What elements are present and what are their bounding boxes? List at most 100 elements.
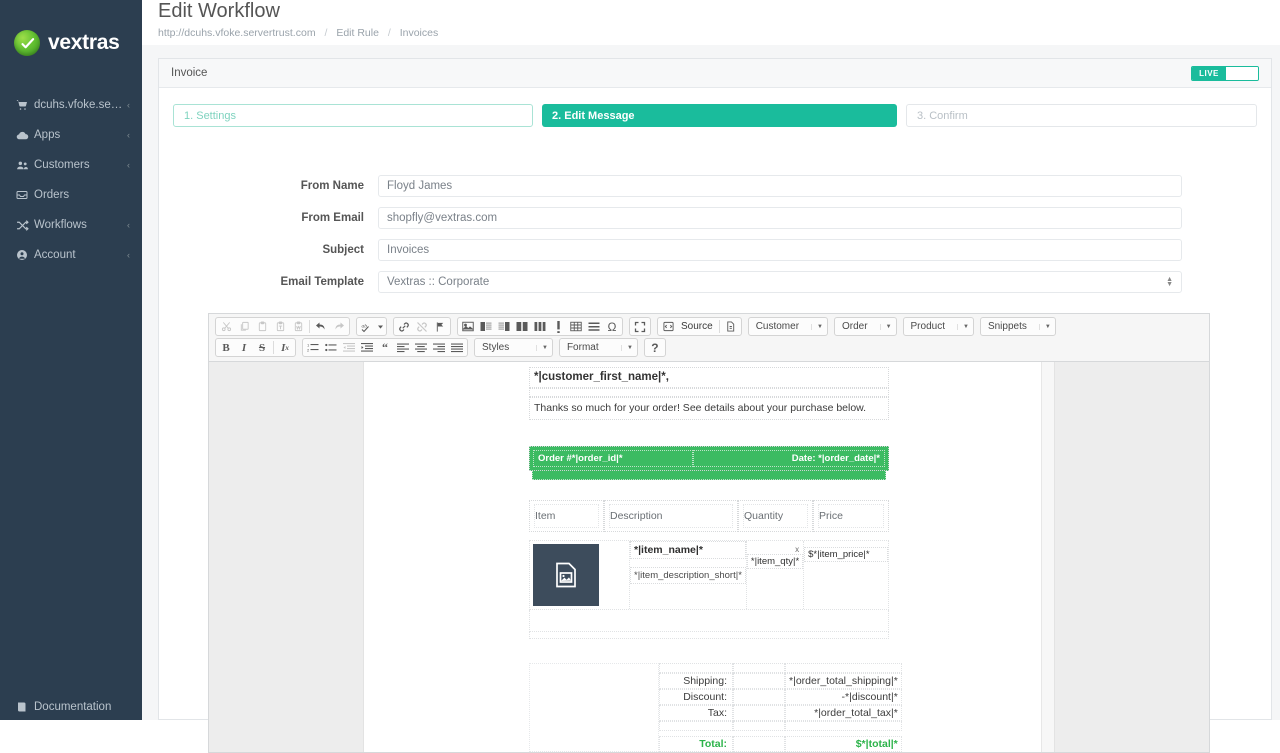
align-right-icon[interactable]	[431, 340, 447, 356]
step-confirm[interactable]: 3. Confirm	[906, 104, 1257, 127]
sidebar-item-apps[interactable]: Apps ‹	[0, 120, 142, 150]
order-merge-dropdown[interactable]: Order ▼	[834, 317, 897, 336]
email-page-scrollbar[interactable]	[1041, 362, 1054, 752]
italic-icon[interactable]: I	[236, 340, 252, 356]
step-settings[interactable]: 1. Settings	[173, 104, 533, 127]
column-header-price: Price	[813, 500, 889, 532]
inbox-icon	[16, 189, 34, 201]
column-header-quantity: Quantity	[738, 500, 813, 532]
sidebar-item-customers[interactable]: Customers ‹	[0, 150, 142, 180]
indent-icon[interactable]	[359, 340, 375, 356]
snippets-dropdown[interactable]: Snippets ▼	[979, 317, 1056, 336]
totals-row-discount: Discount: -*|discount|*	[659, 689, 902, 705]
toolbar-row-2: B I S Ix 12 “ Styles ▼ Format ▼ ?	[215, 338, 1205, 357]
bulleted-list-icon[interactable]	[323, 340, 339, 356]
styles-dropdown-label: Styles	[482, 342, 510, 353]
sidebar-item-account[interactable]: Account ‹	[0, 240, 142, 270]
live-toggle-knob	[1226, 66, 1258, 80]
greeting-text[interactable]: *|customer_first_name|*,	[529, 367, 889, 388]
email-page[interactable]: *|customer_first_name|*, Thanks so much …	[363, 362, 1055, 752]
breadcrumb-separator: /	[387, 27, 391, 39]
align-center-icon[interactable]	[413, 340, 429, 356]
toolbar-divider	[273, 341, 274, 354]
paste-text-icon[interactable]	[272, 319, 288, 335]
paragraph-group: 12 “	[302, 338, 468, 357]
strikethrough-icon[interactable]: S	[254, 340, 270, 356]
email-template-select[interactable]: Vextras :: Corporate ▲ ▼	[378, 271, 1182, 293]
divider-icon[interactable]	[550, 319, 566, 335]
columns-3-icon[interactable]	[532, 319, 548, 335]
source-icon[interactable]	[660, 319, 676, 335]
horizontal-rule-icon[interactable]	[586, 319, 602, 335]
blockquote-icon[interactable]: “	[377, 340, 393, 356]
from-email-value: shopfly@vextras.com	[387, 212, 498, 224]
editor-canvas[interactable]: *|customer_first_name|*, Thanks so much …	[209, 361, 1209, 752]
intro-text[interactable]: Thanks so much for your order! See detai…	[529, 397, 889, 420]
image-icon[interactable]	[460, 319, 476, 335]
customer-merge-dropdown[interactable]: Customer ▼	[747, 317, 828, 336]
line-item-row[interactable]: *|item_name|* *|item_description_short|*…	[529, 540, 889, 610]
copy-icon[interactable]	[236, 319, 252, 335]
chevron-down-icon: ▼	[879, 323, 892, 330]
template-right-icon[interactable]	[496, 319, 512, 335]
template-left-icon[interactable]	[478, 319, 494, 335]
live-toggle[interactable]: LIVE	[1191, 65, 1259, 81]
preview-icon[interactable]	[723, 319, 739, 335]
sidebar-item-store[interactable]: dcuhs.vfoke.ser... ‹	[0, 90, 142, 120]
chevron-left-icon: ‹	[127, 220, 130, 230]
form-row-subject: Subject Invoices	[173, 239, 1257, 261]
sidebar-item-orders[interactable]: Orders	[0, 180, 142, 210]
sidebar-item-workflows[interactable]: Workflows ‹	[0, 210, 142, 240]
anchor-icon[interactable]	[432, 319, 448, 335]
from-name-input[interactable]: Floyd James	[378, 175, 1182, 197]
sidebar-item-documentation[interactable]: Documentation	[0, 692, 142, 722]
breadcrumb-item-edit-rule[interactable]: Edit Rule	[336, 27, 379, 39]
paste-word-icon[interactable]	[290, 319, 306, 335]
toolbar-row-1: ab Ω Source Customer ▼ Order ▼ Product ▼…	[215, 317, 1205, 336]
align-left-icon[interactable]	[395, 340, 411, 356]
redo-icon[interactable]	[331, 319, 347, 335]
paste-icon[interactable]	[254, 319, 270, 335]
chevron-down-icon: ▼	[536, 344, 548, 351]
discount-value: -*|discount|*	[785, 689, 902, 705]
chevron-down-icon: ▼	[620, 344, 633, 351]
cart-icon	[16, 99, 34, 111]
chevron-down-icon[interactable]	[377, 319, 384, 335]
editor-toolbar: ab Ω Source Customer ▼ Order ▼ Product ▼…	[209, 314, 1209, 361]
sidebar-item-label: Apps	[34, 129, 61, 141]
cut-icon[interactable]	[218, 319, 234, 335]
shuffle-icon	[16, 219, 34, 232]
maximize-icon[interactable]	[632, 319, 648, 335]
table-icon[interactable]	[568, 319, 584, 335]
remove-format-icon[interactable]: Ix	[277, 340, 293, 356]
special-char-icon[interactable]: Ω	[604, 319, 620, 335]
spellcheck-group: ab	[356, 317, 387, 336]
styles-dropdown[interactable]: Styles ▼	[474, 338, 553, 357]
undo-icon[interactable]	[313, 319, 329, 335]
columns-2-icon[interactable]	[514, 319, 530, 335]
step-edit-message[interactable]: 2. Edit Message	[542, 104, 897, 127]
order-header-bar[interactable]: Order #*|order_id|* Date: *|order_date|*	[529, 446, 889, 471]
breadcrumb-item-url[interactable]: http://dcuhs.vfoke.servertrust.com	[158, 27, 316, 39]
form-row-from-email: From Email shopfly@vextras.com	[173, 207, 1257, 229]
brand-logo-block[interactable]: vextras	[0, 0, 142, 86]
product-merge-dropdown[interactable]: Product ▼	[902, 317, 974, 336]
subject-input[interactable]: Invoices	[378, 239, 1182, 261]
rich-text-editor: ab Ω Source Customer ▼ Order ▼ Product ▼…	[208, 313, 1210, 753]
column-header-item: Item	[529, 500, 604, 532]
help-icon[interactable]: ?	[647, 340, 663, 356]
page-header: Edit Workflow http://dcuhs.vfoke.servert…	[142, 0, 1280, 45]
from-email-input[interactable]: shopfly@vextras.com	[378, 207, 1182, 229]
unlink-icon[interactable]	[414, 319, 430, 335]
numbered-list-icon[interactable]: 12	[305, 340, 321, 356]
source-button-label[interactable]: Source	[677, 321, 717, 332]
breadcrumb-item-invoices[interactable]: Invoices	[400, 27, 439, 39]
format-dropdown[interactable]: Format ▼	[558, 338, 638, 357]
column-header-description: Description	[604, 500, 738, 532]
image-placeholder-icon[interactable]	[533, 544, 599, 606]
spellcheck-icon[interactable]: ab	[359, 319, 375, 335]
bold-icon[interactable]: B	[218, 340, 234, 356]
outdent-icon[interactable]	[341, 340, 357, 356]
align-justify-icon[interactable]	[449, 340, 465, 356]
link-icon[interactable]	[396, 319, 412, 335]
